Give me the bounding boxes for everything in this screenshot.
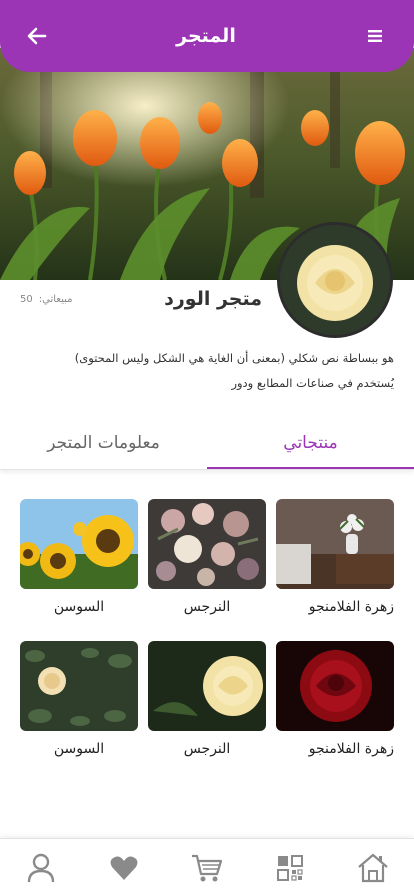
page-title: المتجر	[176, 25, 236, 47]
store-name: متجر الورد	[164, 288, 262, 310]
product-image	[276, 641, 394, 731]
store-tabs: منتجاتي معلومات المتجر	[0, 418, 414, 470]
store-description: هو ببساطة نص شكلي (بمعنى أن الغاية هي ال…	[34, 346, 394, 396]
heart-icon	[110, 856, 138, 880]
home-icon	[357, 853, 388, 882]
product-card[interactable]: السوسن	[20, 641, 138, 761]
product-image	[20, 641, 138, 731]
product-card[interactable]: النرجس	[148, 641, 266, 761]
tab-products[interactable]: منتجاتي	[207, 418, 414, 469]
arrow-left-icon	[27, 27, 47, 45]
menu-icon	[368, 30, 382, 42]
product-image	[20, 499, 138, 589]
nav-cart[interactable]	[185, 848, 229, 888]
product-card[interactable]: زهرة الفلامنجو	[276, 499, 394, 619]
store-avatar[interactable]	[277, 222, 393, 338]
product-name: السوسن	[53, 741, 105, 757]
nav-home[interactable]	[351, 848, 395, 888]
product-card[interactable]: زهرة الفلامنجو	[276, 641, 394, 761]
product-name: النرجس	[183, 599, 231, 615]
nav-profile[interactable]	[19, 848, 63, 888]
app-header: المتجر	[0, 0, 414, 72]
qr-code-icon	[276, 854, 303, 881]
product-name: النرجس	[183, 741, 231, 757]
sales-count: مبيعاتي: 50	[20, 294, 72, 305]
product-image	[148, 641, 266, 731]
product-name: زهرة الفلامنجو	[308, 741, 394, 757]
back-button[interactable]	[22, 21, 52, 51]
menu-button[interactable]	[360, 21, 390, 51]
rose-image	[280, 225, 390, 335]
bottom-navigation	[0, 838, 414, 896]
nav-qr-code[interactable]	[268, 848, 312, 888]
product-image	[276, 499, 394, 589]
product-name: زهرة الفلامنجو	[308, 599, 394, 615]
sales-label: مبيعاتي:	[38, 294, 73, 305]
user-icon	[28, 853, 55, 882]
sales-value: 50	[20, 294, 33, 305]
description-line: يُستخدم في صناعات المطابع ودور	[231, 376, 394, 390]
product-image	[148, 499, 266, 589]
description-line: هو ببساطة نص شكلي (بمعنى أن الغاية هي ال…	[74, 351, 394, 365]
product-card[interactable]: النرجس	[148, 499, 266, 619]
tab-store-info[interactable]: معلومات المتجر	[0, 418, 207, 468]
cart-icon	[191, 854, 223, 881]
product-card[interactable]: السوسن	[20, 499, 138, 619]
nav-favorites[interactable]	[102, 848, 146, 888]
product-name: السوسن	[53, 599, 105, 615]
